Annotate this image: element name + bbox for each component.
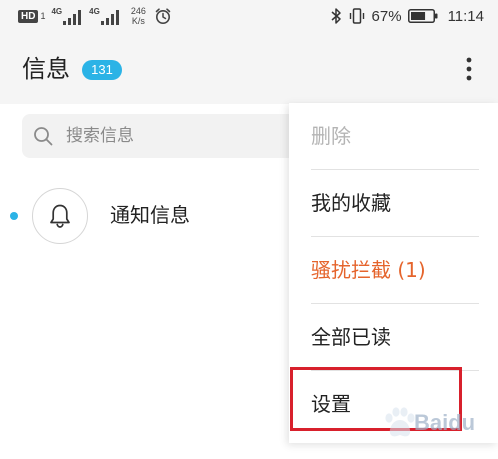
bluetooth-icon [331, 8, 341, 24]
menu-item-label: 删除 [311, 124, 351, 148]
network-speed-unit: K/s [131, 16, 145, 26]
menu-item-label: 骚扰拦截 (1) [311, 258, 426, 282]
more-vertical-icon[interactable] [458, 54, 480, 84]
unread-dot [10, 212, 18, 220]
messages-screen: HD 1 4G 4G 246 K/s 67% 11:14 信息 131 搜索信息… [0, 0, 498, 459]
status-bar-left: HD 1 4G 4G 246 K/s [18, 4, 172, 28]
alarm-icon [155, 8, 171, 24]
page-title: 信息 [22, 55, 70, 83]
menu-item-spam-block[interactable]: 骚扰拦截 (1) [289, 237, 498, 304]
search-input[interactable]: 搜索信息 [22, 114, 322, 158]
hd-icon: HD [18, 9, 39, 23]
search-icon [34, 127, 53, 146]
menu-item-mark-all-read[interactable]: 全部已读 [289, 304, 498, 371]
menu-item-favorites[interactable]: 我的收藏 [289, 170, 498, 237]
clock: 11:14 [447, 7, 484, 25]
signal-icon [100, 10, 119, 25]
sim1-signal: 4G [51, 7, 83, 25]
search-placeholder: 搜索信息 [66, 126, 134, 146]
app-header: 信息 131 [0, 32, 498, 104]
menu-item-label: 全部已读 [311, 325, 391, 349]
battery-percent: 67% [371, 7, 402, 25]
highlight-box [290, 367, 462, 431]
sim1-network-label: 4G [51, 7, 63, 16]
signal-icon [63, 10, 82, 25]
unread-count-badge: 131 [82, 60, 122, 80]
sim2-network-label: 4G [89, 7, 100, 16]
network-speed-value: 246 [130, 6, 146, 16]
conversation-item-notifications[interactable]: 通知信息 [0, 176, 300, 256]
network-speed: 246 K/s [131, 6, 146, 26]
sim2-signal: 4G [89, 7, 121, 25]
bell-icon [50, 204, 70, 228]
vibrate-icon [349, 8, 364, 24]
status-bar-right: 67% 11:14 [330, 4, 484, 28]
avatar [32, 188, 88, 244]
menu-item-label: 我的收藏 [311, 191, 391, 215]
status-bar: HD 1 4G 4G 246 K/s 67% 11:14 [0, 0, 498, 32]
menu-item-delete[interactable]: 删除 [289, 103, 498, 170]
battery-icon [407, 9, 438, 23]
hd-sim-label: 1 [40, 11, 46, 21]
conversation-title: 通知信息 [110, 203, 190, 227]
